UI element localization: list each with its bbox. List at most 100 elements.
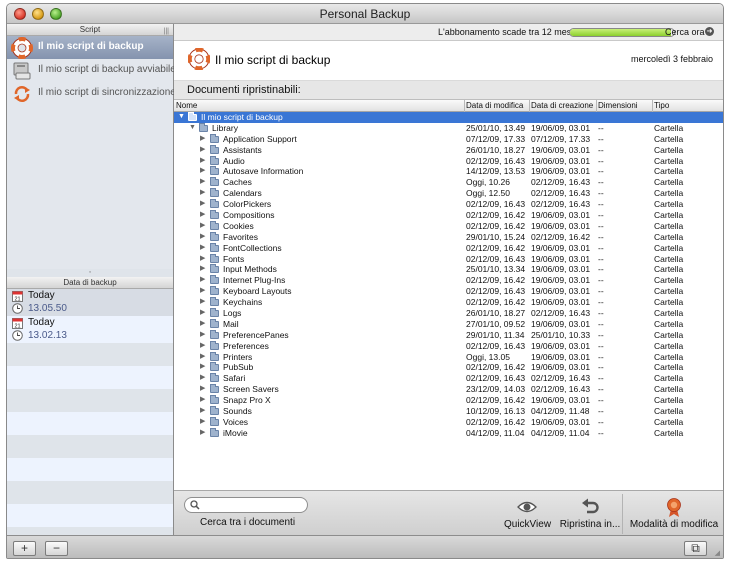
cell-created: 19/06/09, 03.01 — [531, 286, 591, 297]
disclosure-collapsed-icon[interactable]: ▶ — [200, 145, 205, 156]
table-row[interactable]: ▶ PubSub 02/12/09, 16.42 19/06/09, 03.01 -- C… — [174, 362, 723, 373]
resize-grip-icon[interactable]: ◢ — [715, 549, 720, 557]
table-row[interactable]: ▼ Il mio script di backup — [174, 112, 723, 123]
table-row[interactable]: ▶ Audio 02/12/09, 16.43 19/06/09, 03.01 -- Ca… — [174, 155, 723, 167]
table-row[interactable]: ▶ PreferencePanes 29/01/10, 11.34 25/01/10,… — [174, 329, 723, 341]
quickview-button[interactable]: QuickView — [504, 497, 551, 530]
disclosure-collapsed-icon[interactable]: ▶ — [200, 188, 205, 199]
table-row[interactable]: ▶ Keyboard Layouts 02/12/09, 16.43 19/06/09… — [174, 286, 723, 297]
disclosure-collapsed-icon[interactable]: ▶ — [200, 341, 205, 352]
disclosure-collapsed-icon[interactable]: ▶ — [200, 417, 205, 428]
main-panel: L'abbonamento scade tra 12 mesi. Cerca o… — [174, 24, 723, 535]
table-row[interactable]: ▶ ColorPickers 02/12/09, 16.43 02/12/09, 16… — [174, 199, 723, 210]
cell-created: 19/06/09, 03.01 — [531, 144, 591, 155]
table-row[interactable]: ▶ Autosave Information 14/12/09, 13.53 19/0… — [174, 166, 723, 177]
disclosure-collapsed-icon[interactable]: ▶ — [200, 156, 205, 167]
disclosure-collapsed-icon[interactable]: ▶ — [200, 199, 205, 210]
disclosure-collapsed-icon[interactable]: ▶ — [200, 362, 205, 373]
table-row[interactable]: ▼ Library 25/01/10, 13.49 19/06/09, 03.01 --… — [174, 122, 723, 134]
table-row[interactable]: ▶ Fonts 02/12/09, 16.43 19/06/09, 03.01 -- Ca… — [174, 253, 723, 265]
backup-date-item[interactable]: 21 Today 13.02.13 — [7, 316, 173, 343]
table-row[interactable]: ▶ Internet Plug-Ins 02/12/09, 16.42 19/06/0… — [174, 275, 723, 286]
table-row[interactable]: ▶ Application Support 07/12/09, 17.33 07/12… — [174, 133, 723, 145]
script-item-backup[interactable]: Il mio script di backup — [7, 36, 173, 59]
arrow-right-icon[interactable]: ➜ — [705, 27, 714, 36]
table-row[interactable]: ▶ Preferences 02/12/09, 16.43 19/06/09, 03.… — [174, 340, 723, 352]
cell-size: -- — [598, 318, 604, 329]
disclosure-collapsed-icon[interactable]: ▶ — [200, 243, 205, 254]
disclosure-collapsed-icon[interactable]: ▶ — [200, 221, 205, 232]
table-row[interactable]: ▶ FontCollections 02/12/09, 16.42 19/06/09,… — [174, 242, 723, 254]
disclosure-collapsed-icon[interactable]: ▶ — [200, 275, 205, 286]
table-row[interactable]: ▶ Calendars Oggi, 12.50 02/12/09, 16.43 -- Ca… — [174, 188, 723, 199]
column-divider[interactable] — [464, 100, 465, 112]
column-divider[interactable] — [652, 100, 653, 112]
table-row[interactable]: ▶ iMovie 04/12/09, 11.04 04/12/09, 11.04 -- C… — [174, 427, 723, 439]
disclosure-expanded-icon[interactable]: ▼ — [189, 123, 196, 134]
cell-created: 19/06/09, 03.01 — [531, 210, 591, 221]
backup-date-item[interactable]: 21 Today 13.05.50 — [7, 289, 173, 316]
script-item-sync[interactable]: Il mio script di sincronizzazione — [7, 82, 176, 105]
edit-mode-button[interactable]: Modalità di modifica — [627, 497, 721, 530]
table-row[interactable]: ▶ Compositions 02/12/09, 16.42 19/06/09, 03… — [174, 210, 723, 221]
script-item-bootable-backup[interactable]: Il mio script di backup avviabile — [7, 59, 176, 82]
disclosure-collapsed-icon[interactable]: ▶ — [200, 210, 205, 221]
disclosure-collapsed-icon[interactable]: ▶ — [200, 134, 205, 145]
restore-to-button[interactable]: Ripristina in... — [559, 497, 621, 530]
column-header-name[interactable]: Nome — [176, 101, 197, 111]
table-row[interactable]: ▶ Printers Oggi, 13.05 19/06/09, 03.01 -- Car… — [174, 351, 723, 363]
disclosure-collapsed-icon[interactable]: ▶ — [200, 264, 205, 275]
disclosure-collapsed-icon[interactable]: ▶ — [200, 330, 205, 341]
table-row[interactable]: ▶ Keychains 02/12/09, 16.42 19/06/09, 03.01… — [174, 297, 723, 308]
cell-size: -- — [598, 220, 604, 231]
cell-size: -- — [598, 286, 604, 297]
disclosure-collapsed-icon[interactable]: ▶ — [200, 395, 205, 406]
bottom-toolbar: Cerca tra i documenti QuickView Ripristi… — [174, 490, 723, 535]
cell-name: Library — [212, 122, 238, 133]
disclosure-collapsed-icon[interactable]: ▶ — [200, 406, 205, 417]
disclosure-collapsed-icon[interactable]: ▶ — [200, 373, 205, 384]
disclosure-collapsed-icon[interactable]: ▶ — [200, 286, 205, 297]
edit-mode-label: Modalità di modifica — [629, 519, 719, 530]
disclosure-collapsed-icon[interactable]: ▶ — [200, 319, 205, 330]
cell-modified: 25/01/10, 13.34 — [466, 264, 526, 275]
column-header-type[interactable]: Tipo — [654, 101, 669, 111]
sidebar-splitter[interactable]: ◦ — [7, 269, 173, 277]
folder-icon — [210, 242, 219, 252]
sidebar-toggle-icon[interactable]: ⧉ — [684, 541, 707, 556]
disclosure-collapsed-icon[interactable]: ▶ — [200, 177, 205, 188]
column-header-size[interactable]: Dimensioni — [598, 101, 638, 111]
column-header-modified[interactable]: Data di modifica — [466, 101, 523, 111]
table-row[interactable]: ▶ Cookies 02/12/09, 16.42 19/06/09, 03.01 --… — [174, 220, 723, 232]
table-row[interactable]: ▶ Favorites 29/01/10, 15.24 02/12/09, 16.42… — [174, 231, 723, 243]
disclosure-collapsed-icon[interactable]: ▶ — [200, 232, 205, 243]
table-row[interactable]: ▶ Voices 02/12/09, 16.42 19/06/09, 03.01 -- C… — [174, 416, 723, 428]
disclosure-collapsed-icon[interactable]: ▶ — [200, 428, 205, 439]
check-now-link[interactable]: Cerca ora — [665, 27, 705, 37]
column-divider[interactable] — [596, 100, 597, 112]
disclosure-collapsed-icon[interactable]: ▶ — [200, 297, 205, 308]
column-divider[interactable] — [529, 100, 530, 112]
remove-script-button[interactable]: − — [45, 541, 68, 556]
disclosure-collapsed-icon[interactable]: ▶ — [200, 166, 205, 177]
eye-icon — [517, 501, 537, 513]
table-row[interactable]: ▶ Snapz Pro X 02/12/09, 16.42 19/06/09, 03.… — [174, 395, 723, 406]
table-row[interactable]: ▶ Sounds 10/12/09, 16.13 04/12/09, 11.48 -- C… — [174, 406, 723, 417]
cell-type: Cartella — [654, 166, 684, 177]
table-row[interactable]: ▶ Safari 02/12/09, 16.43 02/12/09, 16.43 -- C… — [174, 373, 723, 384]
table-row[interactable]: ▶ Screen Savers 23/12/09, 14.03 02/12/09, 1… — [174, 384, 723, 395]
add-script-button[interactable]: + — [13, 541, 36, 556]
search-icon — [190, 500, 200, 510]
table-row[interactable]: ▶ Assistants 26/01/10, 18.27 19/06/09, 03.0… — [174, 144, 723, 156]
disclosure-collapsed-icon[interactable]: ▶ — [200, 254, 205, 265]
search-field[interactable] — [184, 497, 308, 513]
table-row[interactable]: ▶ Caches Oggi, 10.26 02/12/09, 16.43 -- Carte… — [174, 177, 723, 188]
column-header-created[interactable]: Data di creazione — [531, 101, 593, 111]
table-row[interactable]: ▶ Logs 26/01/10, 18.27 02/12/09, 16.43 -- Car… — [174, 308, 723, 319]
disclosure-collapsed-icon[interactable]: ▶ — [200, 352, 205, 363]
table-row[interactable]: ▶ Mail 27/01/10, 09.52 19/06/09, 03.01 -- Car… — [174, 318, 723, 330]
disclosure-expanded-icon[interactable]: ▼ — [178, 112, 185, 123]
disclosure-collapsed-icon[interactable]: ▶ — [200, 384, 205, 395]
table-row[interactable]: ▶ Input Methods 25/01/10, 13.34 19/06/09, 0… — [174, 264, 723, 275]
disclosure-collapsed-icon[interactable]: ▶ — [200, 308, 205, 319]
